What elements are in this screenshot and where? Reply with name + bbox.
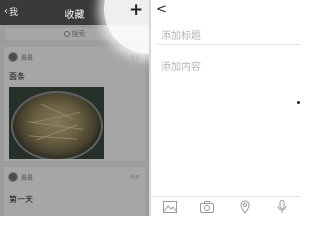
back-button[interactable]: < bbox=[156, 3, 167, 17]
title-divider bbox=[157, 44, 301, 45]
title-input[interactable]: 添加标题 bbox=[161, 27, 201, 42]
editor-toolbar bbox=[151, 196, 301, 216]
favorites-screen: ‹ 我 收藏 搜索 晨晨 今天 面条 晨晨 今天 第一天 + bbox=[0, 0, 149, 216]
camera-icon[interactable] bbox=[200, 200, 215, 214]
microphone-icon[interactable] bbox=[275, 199, 289, 214]
dim-overlay bbox=[0, 25, 149, 216]
cursor-dot bbox=[297, 101, 300, 104]
add-button[interactable]: + bbox=[129, 2, 143, 19]
content-input[interactable]: 添加内容 bbox=[161, 58, 201, 73]
location-icon[interactable] bbox=[238, 200, 252, 214]
image-icon[interactable] bbox=[162, 200, 177, 214]
new-note-screen: < 添加标题 添加内容 bbox=[151, 0, 301, 216]
